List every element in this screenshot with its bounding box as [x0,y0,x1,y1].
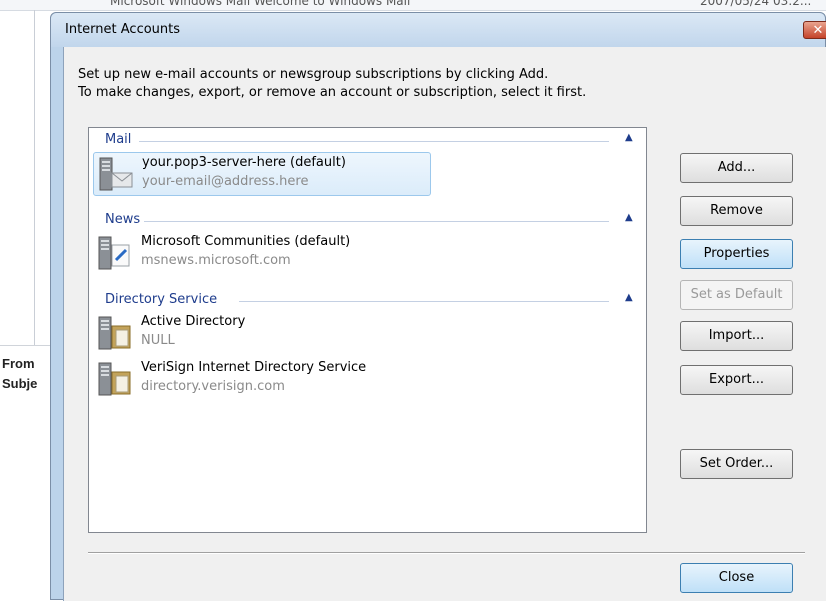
instructions-line-2: To make changes, export, or remove an ac… [78,85,587,100]
background-row-text: Microsoft Windows Mail Welcome to Window… [110,0,411,8]
add-button[interactable]: Add... [680,153,793,183]
export-button[interactable]: Export... [680,365,793,395]
accounts-list[interactable]: Mail ▲ your.pop3-server-here (default) y… [88,127,647,533]
account-item-news[interactable]: Microsoft Communities (default) msnews.m… [93,232,431,276]
directory-server-icon [98,362,131,396]
group-label-directory-service: Directory Service [105,292,222,307]
group-header-mail[interactable]: Mail ▲ [99,132,639,150]
background-divider [34,10,35,345]
account-address: directory.verisign.com [141,379,285,394]
mail-server-icon [99,157,133,191]
group-label-mail: Mail [105,132,136,147]
group-header-directory-service[interactable]: Directory Service ▲ [99,292,639,310]
instructions: Set up new e-mail accounts or newsgroup … [78,66,586,102]
account-address: msnews.microsoft.com [141,253,291,268]
group-divider [143,221,609,222]
background-divider-horizontal [0,345,56,346]
import-button[interactable]: Import... [680,321,793,351]
account-item-active-directory[interactable]: Active Directory NULL [93,312,431,356]
background-row-date: 2007/05/24 03:2... [700,0,812,8]
news-server-icon [98,236,130,270]
footer-separator [88,552,805,554]
group-header-news[interactable]: News ▲ [99,212,639,230]
account-address: NULL [141,333,175,348]
account-name: VeriSign Internet Directory Service [141,360,367,375]
instructions-line-1: Set up new e-mail accounts or newsgroup … [78,67,549,82]
collapse-caret-icon[interactable]: ▲ [625,292,633,303]
account-item-mail[interactable]: your.pop3-server-here (default) your-ema… [93,152,431,196]
background-subject-label: Subje [2,376,38,391]
directory-server-icon [98,316,131,350]
set-order-button[interactable]: Set Order... [680,449,793,479]
account-name: Microsoft Communities (default) [141,234,351,249]
group-divider [139,141,609,142]
internet-accounts-dialog: Internet Accounts ✕ Set up new e-mail ac… [50,12,826,601]
close-window-button[interactable]: ✕ [803,21,826,39]
group-divider [239,301,609,302]
account-name: your.pop3-server-here (default) [142,155,346,170]
remove-button[interactable]: Remove [680,196,793,226]
close-button[interactable]: Close [680,563,793,593]
account-name: Active Directory [141,314,246,329]
group-label-news: News [105,212,145,227]
account-item-verisign[interactable]: VeriSign Internet Directory Service dire… [93,358,431,402]
title-bar[interactable]: Internet Accounts ✕ [51,13,826,47]
set-as-default-button[interactable]: Set as Default [680,280,793,310]
background-message-list-row: Microsoft Windows Mail Welcome to Window… [0,0,826,11]
close-icon: ✕ [812,23,824,38]
collapse-caret-icon[interactable]: ▲ [625,132,633,143]
collapse-caret-icon[interactable]: ▲ [625,212,633,223]
properties-button[interactable]: Properties [680,239,793,269]
account-address: your-email@address.here [142,174,309,189]
background-from-label: From [2,356,35,371]
dialog-client-area: Set up new e-mail accounts or newsgroup … [63,47,826,601]
dialog-title: Internet Accounts [65,22,181,37]
